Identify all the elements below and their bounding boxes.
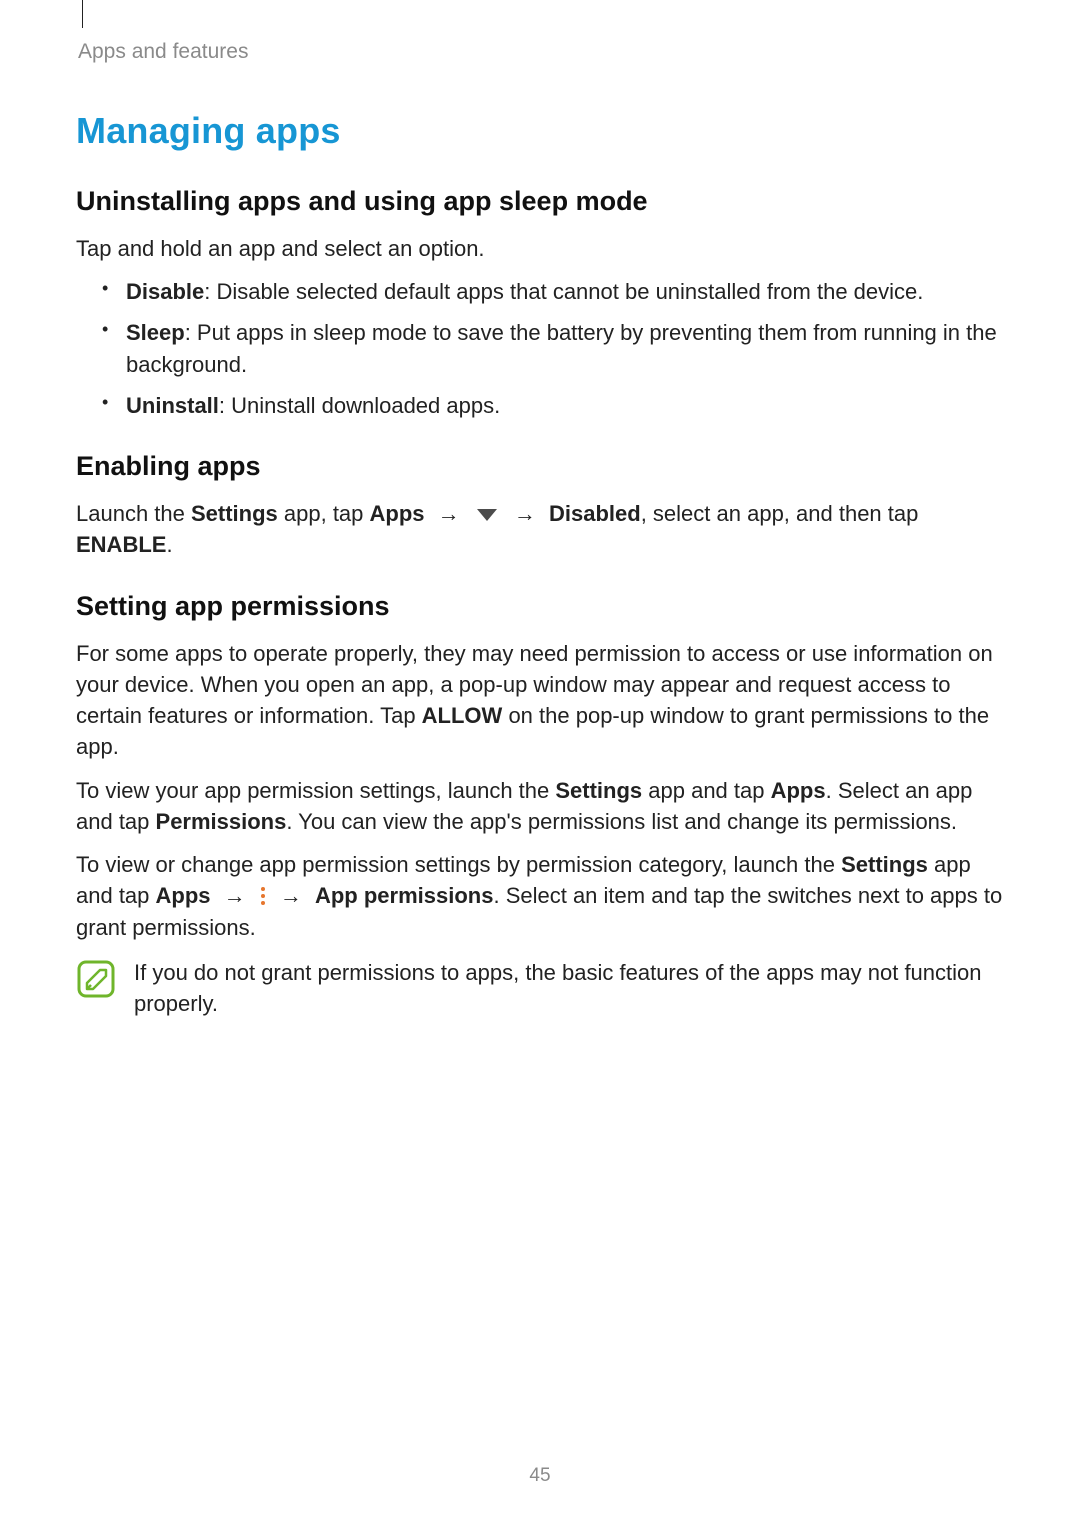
text: . You can view the app's permissions lis… — [286, 809, 957, 834]
list-item: Disable: Disable selected default apps t… — [102, 276, 1004, 307]
s3-p2: To view your app permission settings, la… — [76, 775, 1004, 837]
list-item: Sleep: Put apps in sleep mode to save th… — [102, 317, 1004, 379]
page-container: Apps and features Managing apps Uninstal… — [0, 0, 1080, 1527]
s2-paragraph: Launch the Settings app, tap Apps → → Di… — [76, 498, 1004, 560]
list-item: Uninstall: Uninstall downloaded apps. — [102, 390, 1004, 421]
text: app and tap — [642, 778, 770, 803]
bullet-desc: : Uninstall downloaded apps. — [219, 393, 500, 418]
bullet-term: Uninstall — [126, 393, 219, 418]
text: Launch the — [76, 501, 191, 526]
subheading-app-permissions: Setting app permissions — [76, 591, 1004, 622]
s3-p1: For some apps to operate properly, they … — [76, 638, 1004, 763]
apps-label: Apps — [156, 883, 211, 908]
subheading-enabling-apps: Enabling apps — [76, 451, 1004, 482]
app-permissions-label: App permissions — [315, 883, 493, 908]
text: To view your app permission settings, la… — [76, 778, 555, 803]
page-title: Managing apps — [76, 110, 1004, 152]
more-options-icon — [261, 884, 265, 910]
bullet-term: Sleep — [126, 320, 185, 345]
s1-intro: Tap and hold an app and select an option… — [76, 233, 1004, 264]
settings-label: Settings — [191, 501, 278, 526]
text: To view or change app permission setting… — [76, 852, 841, 877]
allow-label: ALLOW — [422, 703, 503, 728]
arrow-icon: → — [267, 883, 315, 908]
arrow-icon: → — [425, 501, 473, 526]
text: , select an app, and then tap — [641, 501, 919, 526]
arrow-icon: → — [211, 883, 259, 908]
apps-label: Apps — [771, 778, 826, 803]
apps-label: Apps — [370, 501, 425, 526]
s3-p3: To view or change app permission setting… — [76, 849, 1004, 943]
bullet-desc: : Put apps in sleep mode to save the bat… — [126, 320, 997, 376]
breadcrumb: Apps and features — [78, 40, 1004, 64]
subheading-uninstall-sleep: Uninstalling apps and using app sleep mo… — [76, 186, 1004, 217]
top-rule — [82, 0, 83, 28]
note-block: If you do not grant permissions to apps,… — [76, 957, 1004, 1019]
dropdown-icon — [475, 507, 499, 523]
note-icon — [76, 959, 116, 999]
arrow-icon: → — [501, 501, 549, 526]
bullet-term: Disable — [126, 279, 204, 304]
bullet-desc: : Disable selected default apps that can… — [204, 279, 923, 304]
text: . — [166, 532, 172, 557]
disabled-label: Disabled — [549, 501, 641, 526]
note-text: If you do not grant permissions to apps,… — [134, 957, 1004, 1019]
bullet-list: Disable: Disable selected default apps t… — [102, 276, 1004, 421]
page-number: 45 — [0, 1465, 1080, 1487]
text: app, tap — [278, 501, 370, 526]
permissions-label: Permissions — [156, 809, 287, 834]
settings-label: Settings — [555, 778, 642, 803]
settings-label: Settings — [841, 852, 928, 877]
enable-label: ENABLE — [76, 532, 166, 557]
